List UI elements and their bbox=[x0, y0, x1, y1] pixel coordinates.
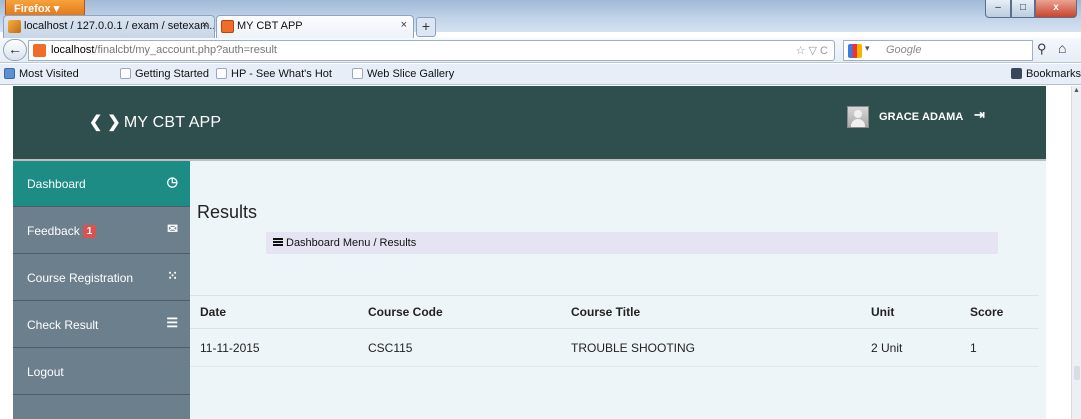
sidebar-item-check-result[interactable]: Check Result ☰ bbox=[13, 302, 190, 348]
tab-close-icon[interactable]: × bbox=[401, 19, 407, 31]
cell-unit: 2 Unit bbox=[861, 328, 960, 367]
sidebar-item-course-registration[interactable]: Course Registration ⁙ bbox=[13, 255, 190, 301]
cell-score: 1 bbox=[960, 328, 1039, 367]
feedback-count-badge: 1 bbox=[82, 225, 97, 238]
cell-date: 11-11-2015 bbox=[190, 328, 358, 367]
bookmark-getting-started[interactable]: Getting Started bbox=[120, 68, 209, 80]
back-arrow-icon[interactable]: ← bbox=[3, 39, 27, 61]
app-favicon-icon bbox=[221, 20, 234, 33]
sidebar-item-dashboard[interactable]: Dashboard ◷ bbox=[13, 161, 190, 207]
menu-list-icon bbox=[273, 238, 283, 247]
page-title: Results bbox=[197, 202, 258, 222]
url-host: localhost bbox=[51, 44, 95, 56]
phpmyadmin-favicon-icon bbox=[8, 20, 21, 33]
search-input[interactable]: ▾ Google bbox=[843, 40, 1033, 61]
tab-label: MY CBT APP bbox=[237, 20, 303, 32]
page-icon bbox=[352, 68, 363, 79]
cell-course-code: CSC115 bbox=[358, 328, 561, 367]
vertical-scrollbar[interactable]: ▲ bbox=[1071, 86, 1081, 419]
most-visited-icon bbox=[4, 68, 15, 79]
sidebar-item-label: Dashboard bbox=[27, 177, 86, 191]
sidebar-item-label: Check Result bbox=[27, 318, 99, 332]
table-header-row: Date Course Code Course Title Unit Score bbox=[190, 295, 1039, 329]
brand-title: MY CBT APP bbox=[123, 114, 222, 131]
bookmarks-menu-button[interactable]: Bookmarks bbox=[1010, 68, 1081, 80]
sidebar-item-label: Course Registration bbox=[27, 271, 134, 285]
brand-link[interactable]: ❮ ❯ MY CBT APP bbox=[89, 112, 221, 132]
url-path: /finalcbt/my_account.php?auth=result bbox=[94, 44, 277, 56]
sidebar-item-label: Logout bbox=[27, 365, 64, 379]
feedback-label: Feedback bbox=[27, 224, 80, 238]
column-header-course-code: Course Code bbox=[358, 295, 561, 329]
bookmark-label: Getting Started bbox=[135, 68, 209, 80]
bookmarks-toolbar: Most Visited Getting Started HP - See Wh… bbox=[0, 64, 1081, 85]
clock-icon: ◷ bbox=[166, 174, 178, 189]
breadcrumb: Dashboard Menu / Results bbox=[266, 232, 998, 254]
sidebar-item-label: Feedback 1 bbox=[27, 224, 97, 238]
column-header-course-title: Course Title bbox=[561, 295, 861, 329]
bookmarks-icon bbox=[1010, 68, 1022, 79]
bookmark-label: Most Visited bbox=[19, 68, 79, 80]
column-header-score: Score bbox=[960, 295, 1039, 329]
sidebar-item-logout[interactable]: Logout bbox=[13, 349, 190, 395]
close-window-button[interactable]: x bbox=[1035, 0, 1077, 18]
main-content: Results Dashboard Menu / Results Date Co… bbox=[190, 161, 1046, 419]
home-icon[interactable]: ⌂ bbox=[1058, 40, 1066, 56]
column-header-date: Date bbox=[190, 295, 358, 329]
envelope-icon: ✉ bbox=[167, 221, 178, 236]
bookmarks-menu-label: Bookmarks bbox=[1025, 68, 1081, 80]
firefox-menu-label: Firefox bbox=[14, 3, 51, 15]
bookmark-hp[interactable]: HP - See What's Hot bbox=[216, 68, 332, 80]
bookmark-label: HP - See What's Hot bbox=[231, 68, 332, 80]
page-icon bbox=[216, 68, 227, 79]
url-bar[interactable]: localhost/finalcbt/my_account.php?auth=r… bbox=[28, 40, 835, 61]
bookmark-label: Web Slice Gallery bbox=[367, 68, 455, 80]
search-placeholder: Google bbox=[886, 44, 922, 56]
google-icon bbox=[848, 44, 862, 58]
username[interactable]: GRACE ADAMA bbox=[879, 111, 963, 123]
sidebar-item-feedback[interactable]: Feedback 1 ✉ bbox=[13, 208, 190, 254]
window-controls: – □ x bbox=[985, 0, 1077, 18]
browser-navbar: ← localhost/finalcbt/my_account.php?auth… bbox=[0, 38, 1081, 63]
browser-tab-cbt-app[interactable]: MY CBT APP × bbox=[216, 15, 414, 38]
tab-close-icon[interactable]: × bbox=[202, 19, 208, 31]
page-icon bbox=[120, 68, 131, 79]
column-header-unit: Unit bbox=[861, 295, 960, 329]
grid-icon: ⁙ bbox=[167, 268, 178, 283]
search-icon[interactable]: ⚲ bbox=[1037, 41, 1047, 57]
results-table: Date Course Code Course Title Unit Score… bbox=[190, 295, 1039, 367]
list-icon: ☰ bbox=[166, 315, 178, 330]
sidebar: Dashboard ◷ Feedback 1 ✉ Course Registrat… bbox=[13, 161, 190, 419]
minimize-button[interactable]: – bbox=[985, 0, 1011, 18]
url-controls[interactable]: ☆ ▽ C bbox=[796, 44, 828, 57]
scroll-up-icon[interactable]: ▲ bbox=[1073, 87, 1080, 94]
new-tab-button[interactable]: + bbox=[416, 17, 436, 37]
site-favicon-icon bbox=[33, 44, 46, 57]
code-arrows-icon: ❮ ❯ bbox=[89, 114, 121, 131]
scrollbar-grip[interactable] bbox=[1074, 366, 1080, 380]
breadcrumb-text[interactable]: Dashboard Menu / Results bbox=[286, 237, 416, 249]
tab-label: localhost / 127.0.0.1 / exam / setexam..… bbox=[24, 20, 215, 32]
engine-dropdown-icon[interactable]: ▾ bbox=[865, 43, 870, 54]
sign-out-icon[interactable]: ⇥ bbox=[974, 107, 985, 123]
browser-tab-phpmyadmin[interactable]: localhost / 127.0.0.1 / exam / setexam..… bbox=[3, 15, 215, 38]
app-header: ❮ ❯ MY CBT APP GRACE ADAMA ⇥ bbox=[13, 86, 1046, 161]
bookmark-web-slice[interactable]: Web Slice Gallery bbox=[352, 68, 454, 80]
cell-course-title: TROUBLE SHOOTING bbox=[561, 328, 861, 367]
maximize-button[interactable]: □ bbox=[1011, 0, 1035, 18]
bookmark-most-visited[interactable]: Most Visited bbox=[4, 68, 79, 80]
table-row: 11-11-2015 CSC115 TROUBLE SHOOTING 2 Uni… bbox=[190, 328, 1039, 367]
avatar[interactable] bbox=[847, 106, 869, 128]
